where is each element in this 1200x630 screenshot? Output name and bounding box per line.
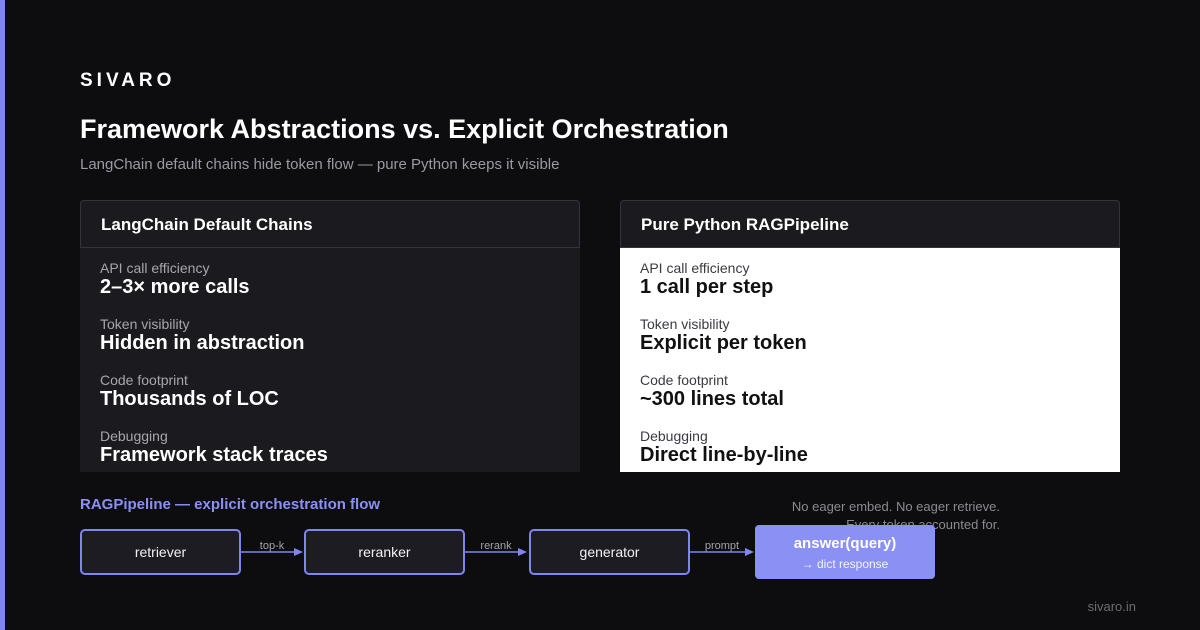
panel-langchain: LangChain Default Chains API call effici… [80,200,580,472]
metric-label: Token visibility [640,316,730,332]
panel-heading: LangChain Default Chains [80,200,580,248]
arrow-icon [465,548,527,556]
node-retriever: retriever [80,529,241,575]
node-answer-subtitle: → dict response [801,557,889,571]
metric-value: Direct line-by-line [640,444,808,466]
metric-label: Debugging [640,428,708,444]
metric-value: Framework stack traces [100,444,328,466]
metric-value: Explicit per token [640,332,807,354]
flow-title: RAGPipeline — explicit orchestration flo… [80,496,381,513]
metric-code-footprint: Code footprint ~300 lines total [640,372,1100,428]
metric-code-footprint: Code footprint Thousands of LOC [100,372,560,428]
edge-rerank: rerank [465,540,527,562]
metric-value: ~300 lines total [640,388,784,410]
brand-logo: SIVARO [80,70,176,91]
panel-pure-python: Pure Python RAGPipeline API call efficie… [620,200,1120,472]
arrow-icon [241,548,303,556]
metric-label: API call efficiency [640,260,750,276]
metric-value: Hidden in abstraction [100,332,305,354]
metric-debugging: Debugging Framework stack traces [100,428,560,484]
metric-token-visibility: Token visibility Explicit per token [640,316,1100,372]
node-generator: generator [529,529,690,575]
panel-heading: Pure Python RAGPipeline [620,200,1120,248]
metric-label: Token visibility [100,316,190,332]
flow-note-line: No eager embed. No eager retrieve. [791,499,1000,514]
metric-token-visibility: Token visibility Hidden in abstraction [100,316,560,372]
panel-body: API call efficiency 2–3× more calls Toke… [80,248,580,472]
metric-value: Thousands of LOC [100,388,279,410]
panel-body: API call efficiency 1 call per step Toke… [620,248,1120,472]
metric-value: 2–3× more calls [100,276,250,298]
metric-label: Debugging [100,428,168,444]
arrow-icon [690,548,754,556]
metric-label: API call efficiency [100,260,210,276]
accent-bar [0,0,5,630]
metric-debugging: Debugging Direct line-by-line [640,428,1100,484]
metric-label: Code footprint [100,372,188,388]
metric-value: 1 call per step [640,276,774,298]
edge-prompt: prompt [690,540,754,562]
metric-api-calls: API call efficiency 1 call per step [640,260,1100,316]
node-reranker: reranker [304,529,465,575]
footer-url: sivaro.in [1087,599,1136,614]
page-title: Framework Abstractions vs. Explicit Orch… [80,114,729,144]
metric-api-calls: API call efficiency 2–3× more calls [100,260,560,316]
node-answer: answer(query) → dict response [755,525,935,579]
metric-label: Code footprint [640,372,728,388]
edge-top-k: top-k [241,540,303,562]
node-answer-title: answer(query) [793,535,897,552]
page-subtitle: LangChain default chains hide token flow… [80,156,560,173]
